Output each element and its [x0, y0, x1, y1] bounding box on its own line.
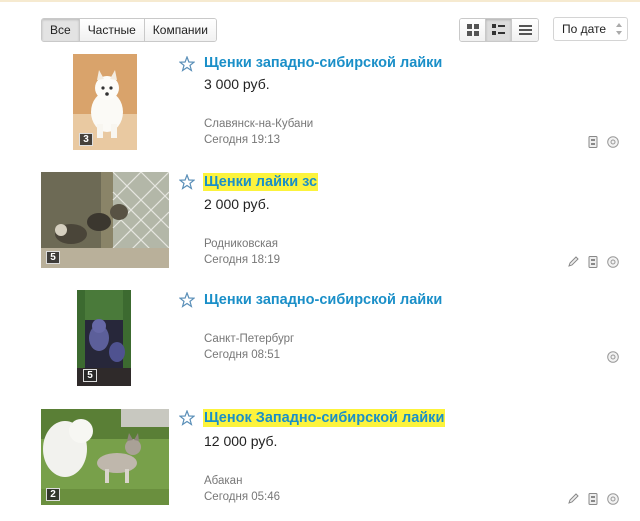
listing-photo[interactable]: 2	[41, 409, 169, 505]
filter-private-button[interactable]: Частные	[79, 19, 145, 41]
seller-filter: Все Частные Компании	[41, 18, 217, 42]
favorite-star-icon[interactable]	[179, 174, 195, 190]
listing-title-link[interactable]: Щенки западно-сибирской лайки	[204, 54, 442, 72]
sort-arrows-icon	[616, 23, 622, 35]
listing-date: Сегодня 18:19	[204, 254, 281, 266]
listing-item: 5 Щенки лайки зс 2 000 руб. Родниковская…	[0, 171, 640, 281]
favorite-star-icon[interactable]	[179, 56, 195, 72]
listing-title-link[interactable]: Щенок Западно-сибирской лайки	[203, 409, 446, 427]
listing-price: 2 000 руб.	[204, 196, 270, 212]
pin-icon	[568, 493, 579, 504]
delivery-icon	[607, 136, 619, 148]
delivery-icon	[607, 351, 619, 363]
favorite-star-icon[interactable]	[179, 410, 195, 426]
listing-date: Сегодня 19:13	[204, 134, 281, 146]
sort-selected-value: По дате	[562, 22, 607, 36]
listing-price: 3 000 руб.	[204, 76, 270, 92]
listing-item: 5 Щенки западно-сибирской лайки Санкт-Пе…	[0, 290, 640, 400]
gallery-view-button[interactable]	[460, 19, 486, 41]
listing-photo[interactable]: 5	[77, 290, 131, 386]
puppies-in-cage-photo	[41, 172, 169, 268]
listing-date: Сегодня 08:51	[204, 349, 281, 361]
list-view-button[interactable]	[486, 19, 512, 41]
listing-city: Санкт-Петербург	[204, 333, 295, 345]
delivery-icon	[607, 256, 619, 268]
photo-count-badge: 3	[79, 133, 93, 146]
grid-icon	[466, 24, 479, 36]
delivery-icon	[607, 493, 619, 505]
listing-item: 3 Щенки западно-сибирской лайки 3 000 ру…	[0, 52, 640, 162]
listing-photo[interactable]: 3	[73, 54, 137, 150]
listing-city: Родниковская	[204, 238, 278, 250]
view-mode-switch	[459, 18, 539, 42]
listing-city: Славянск-на-Кубани	[204, 118, 314, 130]
pin-icon	[568, 256, 579, 267]
filter-all-button[interactable]: Все	[42, 19, 80, 41]
compact-view-button[interactable]	[512, 19, 538, 41]
listing-title-link[interactable]: Щенки западно-сибирской лайки	[204, 291, 442, 309]
puppy-with-dog-photo	[41, 409, 169, 505]
sort-select[interactable]: По дате	[553, 17, 628, 41]
top-divider	[0, 0, 640, 2]
listing-title-link[interactable]: Щенки лайки зс	[203, 173, 319, 191]
listing-city: Абакан	[204, 475, 243, 487]
list-with-images-icon	[492, 24, 505, 35]
photo-count-badge: 5	[83, 369, 97, 382]
filter-companies-button[interactable]: Компании	[144, 19, 216, 41]
listing-photo[interactable]: 5	[41, 172, 169, 268]
favorite-star-icon[interactable]	[179, 292, 195, 308]
phone-icon	[588, 493, 598, 505]
phone-icon	[588, 136, 598, 148]
listing-item: 2 Щенок Западно-сибирской лайки 12 000 р…	[0, 408, 640, 518]
listing-date: Сегодня 05:46	[204, 491, 281, 503]
photo-count-badge: 2	[46, 488, 60, 501]
phone-icon	[588, 256, 598, 268]
lines-icon	[518, 24, 532, 35]
photo-count-badge: 5	[46, 251, 60, 264]
listing-price: 12 000 руб.	[204, 433, 278, 449]
